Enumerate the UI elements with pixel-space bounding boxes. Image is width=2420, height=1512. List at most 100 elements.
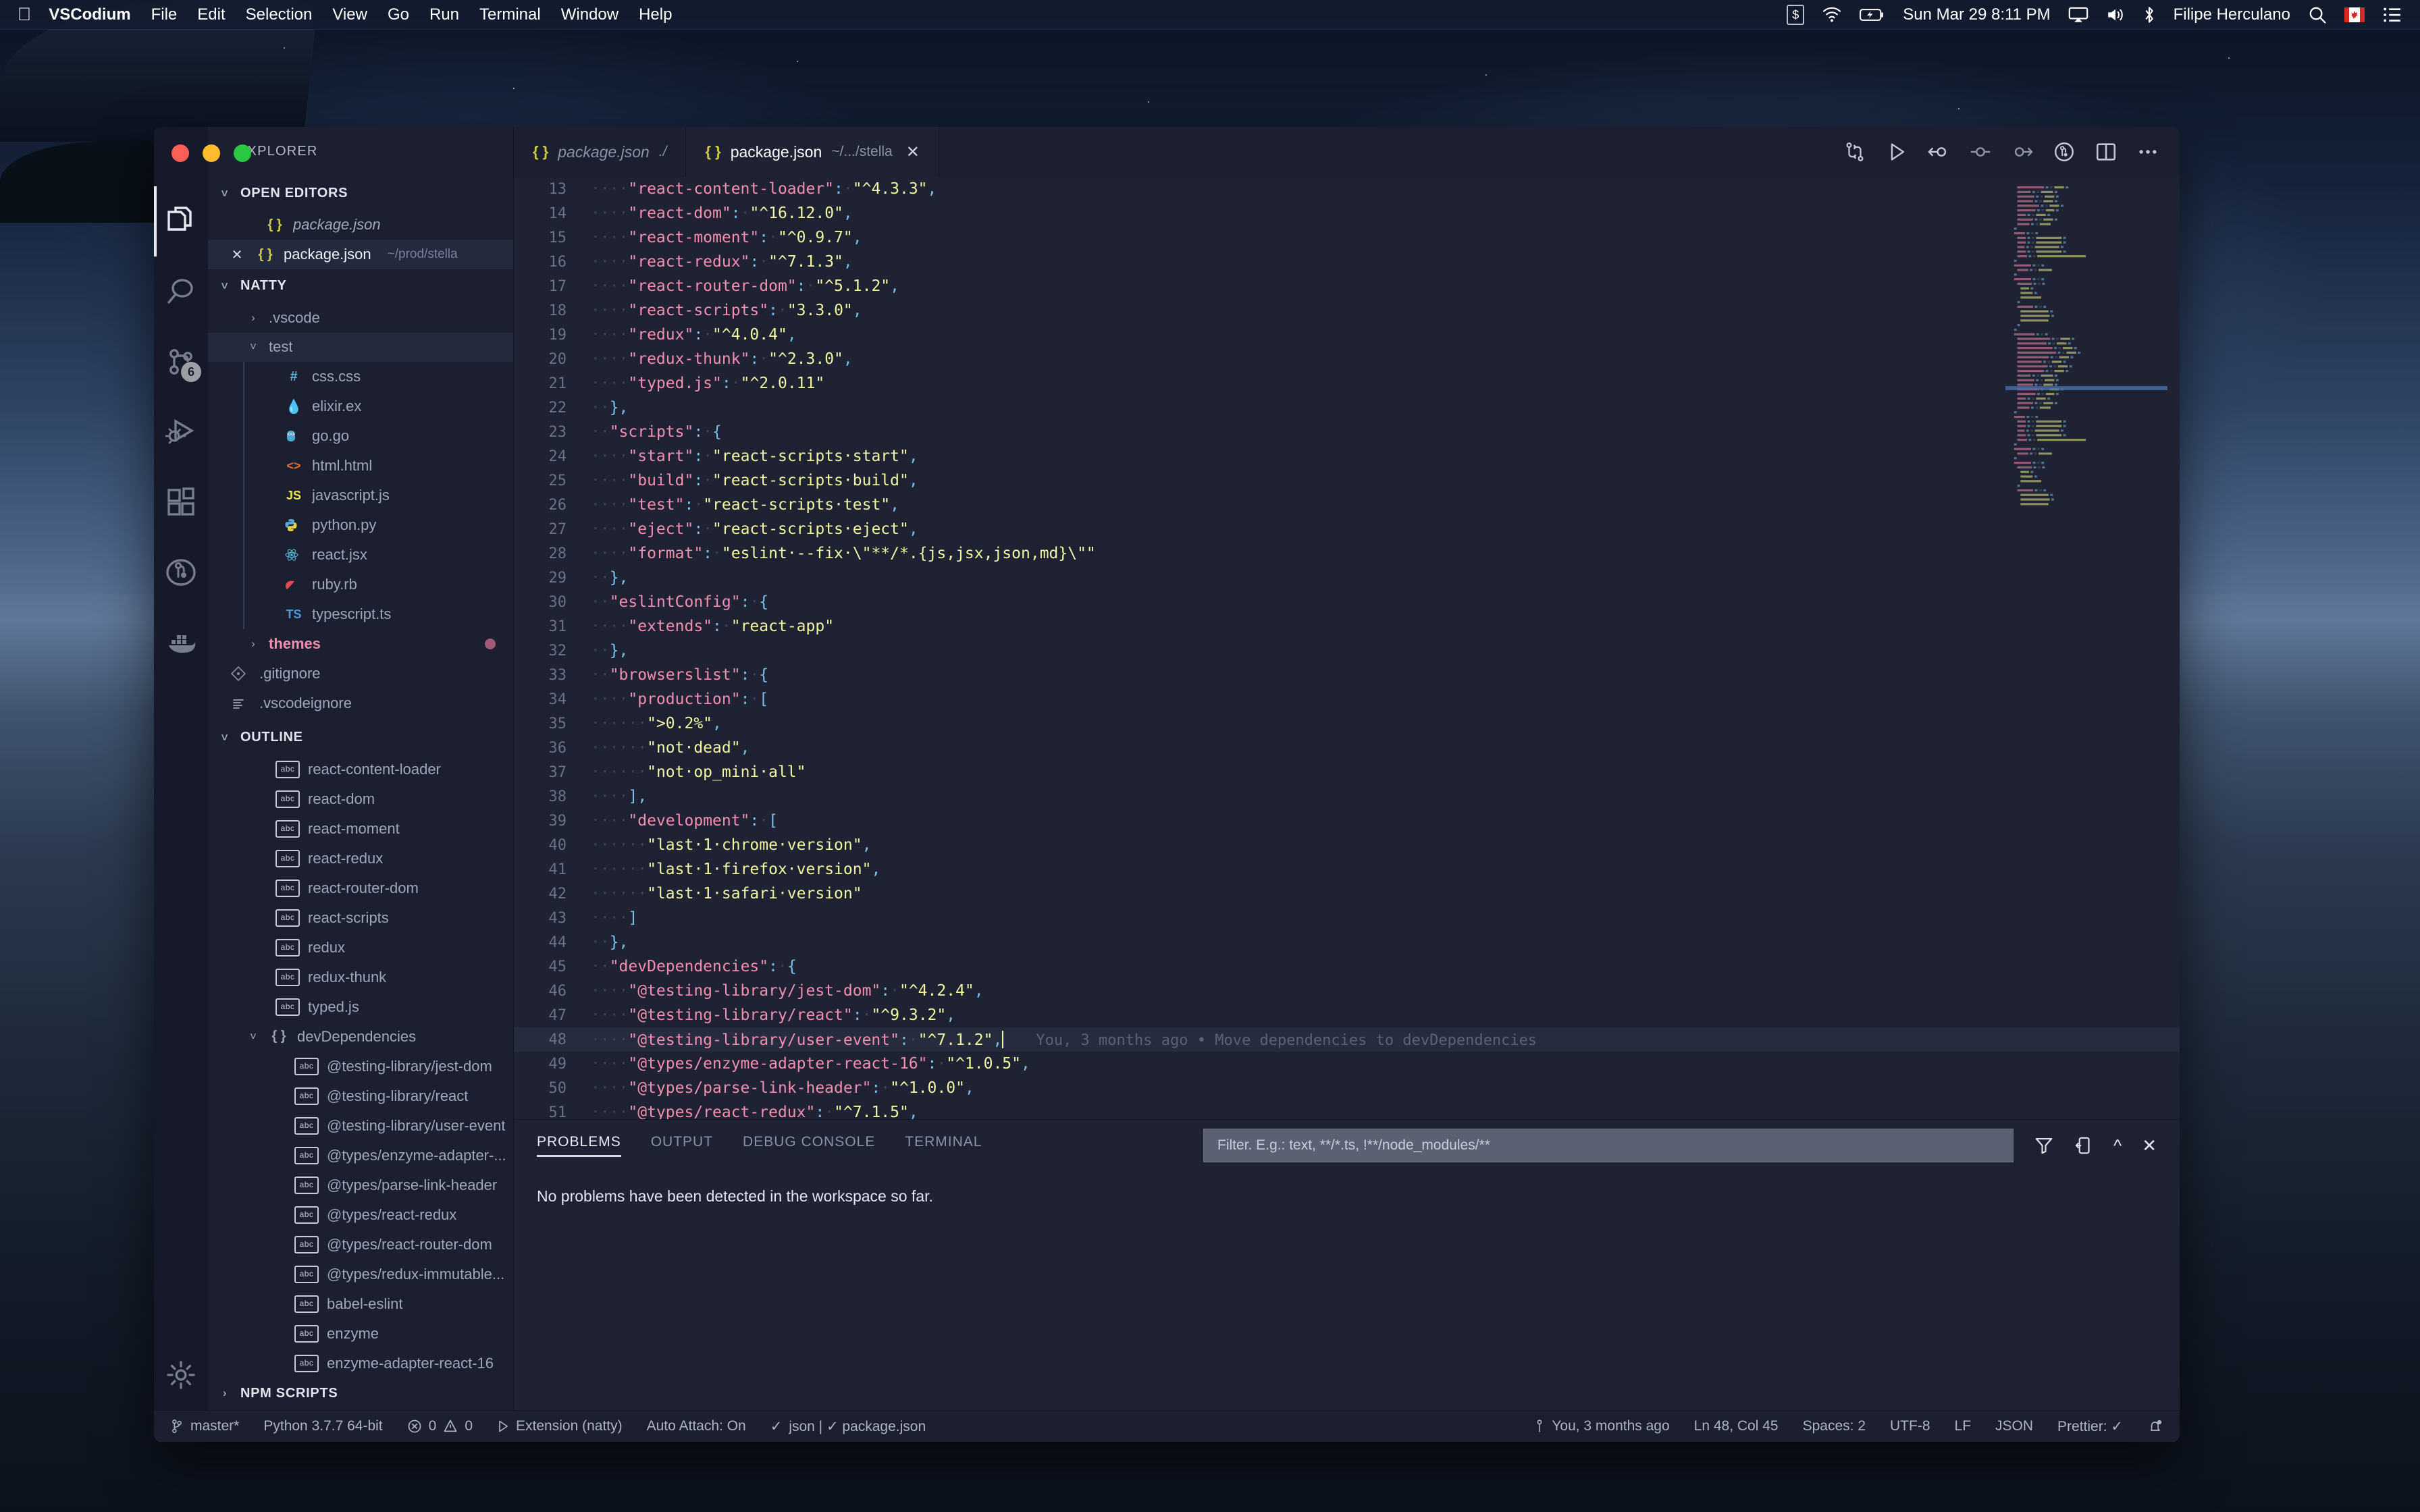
code-line[interactable]: 51 ····"@types/react-redux":·"^7.1.5", (514, 1100, 2180, 1119)
tree-item-test[interactable]: ˅ test (208, 332, 513, 362)
outline-item[interactable]: abc @types/redux-immutable... (208, 1260, 513, 1289)
panel-tab-terminal[interactable]: TERMINAL (905, 1134, 982, 1157)
panel-tab-problems[interactable]: PROBLEMS (537, 1134, 621, 1157)
code-line[interactable]: 23 ··"scripts":·{ (514, 420, 2180, 444)
tree-item-react[interactable]: react.jsx (208, 540, 513, 570)
activitybar-item-run-and-debug[interactable] (154, 397, 208, 467)
airplay-icon[interactable] (2068, 7, 2088, 23)
tab-package-json-preview[interactable]: { } package.json ./ (514, 127, 687, 177)
outline-item[interactable]: abc @types/parse-link-header (208, 1170, 513, 1200)
code-line[interactable]: 13 ····"react-content-loader":·"^4.3.3", (514, 177, 2180, 201)
maximize-button[interactable] (234, 144, 251, 162)
outline-item[interactable]: abc typed.js (208, 992, 513, 1022)
outline-item[interactable]: abc react-moment (208, 814, 513, 844)
outline-item[interactable]: abc @types/react-redux (208, 1200, 513, 1230)
code-line[interactable]: 44 ··}, (514, 930, 2180, 954)
code-line[interactable]: 33 ··"browserslist":·{ (514, 663, 2180, 687)
menu-item-file[interactable]: File (151, 5, 178, 24)
code-line[interactable]: 43 ····] (514, 906, 2180, 930)
outline-item[interactable]: abc react-router-dom (208, 873, 513, 903)
bluetooth-icon[interactable] (2142, 6, 2156, 24)
status-branch[interactable]: master* (170, 1418, 239, 1434)
outline-item-devdependencies[interactable]: ˅ { } devDependencies (208, 1022, 513, 1052)
tree-item-vscode[interactable]: › .vscode (208, 303, 513, 333)
code-line[interactable]: 50 ····"@types/parse-link-header":·"^1.0.… (514, 1076, 2180, 1100)
tab-package-json-stella[interactable]: { } package.json ~/.../stella ✕ (686, 127, 939, 177)
code-line[interactable]: 32 ··}, (514, 639, 2180, 663)
menu-item-go[interactable]: Go (388, 5, 409, 24)
gitlens-compare-icon[interactable] (2053, 140, 2076, 163)
code-line[interactable]: 29 ··}, (514, 566, 2180, 590)
status-errors-warnings[interactable]: 0 0 (407, 1418, 473, 1434)
outline-item[interactable]: abc @testing-library/user-event (208, 1111, 513, 1141)
code-line[interactable]: 36 ······"not·dead", (514, 736, 2180, 760)
outline-item[interactable]: abc redux (208, 933, 513, 963)
code-editor[interactable]: 13 ····"react-content-loader":·"^4.3.3", 1… (514, 177, 2180, 1119)
outline-item[interactable]: abc react-scripts (208, 903, 513, 933)
split-editor-icon[interactable] (2095, 140, 2118, 163)
status-encoding[interactable]: UTF-8 (1890, 1418, 1930, 1434)
close-icon[interactable]: ✕ (227, 246, 247, 263)
status-python-version[interactable]: Python 3.7.7 64-bit (263, 1418, 382, 1434)
volume-icon[interactable] (2106, 7, 2125, 23)
section-open-editors[interactable]: ˅ OPEN EDITORS (208, 177, 513, 211)
tree-item-ruby[interactable]: ruby.rb (208, 570, 513, 599)
code-line[interactable]: 14 ····"react-dom":·"^16.12.0", (514, 201, 2180, 225)
outline-item[interactable]: abc react-redux (208, 844, 513, 873)
next-change-icon[interactable] (2011, 140, 2034, 163)
clear-icon[interactable] (2074, 1135, 2093, 1156)
activitybar-item-explorer[interactable] (154, 186, 208, 256)
menu-item-run[interactable]: Run (429, 5, 459, 24)
code-line[interactable]: 28 ····"format":·"eslint·--fix·\"**/*.{js… (514, 541, 2180, 566)
tree-item-javascript[interactable]: JS javascript.js (208, 481, 513, 510)
outline-item[interactable]: abc enzyme-adapter-react-16 (208, 1349, 513, 1376)
tree-item-python[interactable]: python.py (208, 510, 513, 540)
activitybar-item-gitlens[interactable] (154, 537, 208, 608)
code-line[interactable]: 15 ····"react-moment":·"^0.9.7", (514, 225, 2180, 250)
code-line[interactable]: 31 ····"extends":·"react-app" (514, 614, 2180, 639)
apple-icon[interactable]:  (18, 5, 31, 24)
maximize-panel-icon[interactable]: ^ (2113, 1135, 2122, 1156)
menubar-username[interactable]: Filipe Herculano (2174, 5, 2290, 24)
tree-item-vscodeignore[interactable]: .vscodeignore (208, 688, 513, 718)
minimap[interactable] (2005, 184, 2167, 562)
panel-tab-debug-console[interactable]: DEBUG CONSOLE (743, 1134, 875, 1157)
status-prettier[interactable]: Prettier: ✓ (2057, 1418, 2123, 1435)
code-line[interactable]: 35 ······">0.2%", (514, 711, 2180, 736)
canada-flag-icon[interactable] (2344, 7, 2365, 22)
code-line[interactable]: 30 ··"eslintConfig":·{ (514, 590, 2180, 614)
code-line[interactable]: 17 ····"react-router-dom":·"^5.1.2", (514, 274, 2180, 298)
activitybar-item-extensions[interactable] (154, 467, 208, 537)
outline-item[interactable]: abc @types/react-router-dom (208, 1230, 513, 1260)
status-indentation[interactable]: Spaces: 2 (1803, 1418, 1866, 1434)
list-menu-icon[interactable] (2382, 7, 2402, 23)
code-line[interactable]: 25 ····"build":·"react-scripts·build", (514, 468, 2180, 493)
outline-item[interactable]: abc babel-eslint (208, 1289, 513, 1319)
code-line[interactable]: 38 ····], (514, 784, 2180, 809)
code-line[interactable]: 21 ····"typed.js":·"^2.0.11" (514, 371, 2180, 396)
menu-item-view[interactable]: View (332, 5, 367, 24)
code-line[interactable]: 40 ······"last·1·chrome·version", (514, 833, 2180, 857)
status-cursor-position[interactable]: Ln 48, Col 45 (1694, 1418, 1779, 1434)
outline-item[interactable]: abc enzyme (208, 1319, 513, 1349)
section-npm-scripts[interactable]: › NPM SCRIPTS (208, 1376, 513, 1410)
filter-icon[interactable] (2034, 1135, 2054, 1156)
outline-item[interactable]: abc @testing-library/react (208, 1081, 513, 1111)
open-editor-item[interactable]: ✕ { } package.json ~/prod/stella (208, 240, 513, 270)
activitybar-item-search[interactable] (154, 256, 208, 327)
activitybar-item-docker[interactable] (154, 608, 208, 678)
section-natty[interactable]: ˅ NATTY (208, 269, 513, 303)
close-icon[interactable]: ✕ (906, 142, 920, 162)
status-eol[interactable]: LF (1955, 1418, 1972, 1434)
section-outline[interactable]: ˅ OUTLINE (208, 721, 513, 755)
code-line[interactable]: 45 ··"devDependencies":·{ (514, 954, 2180, 979)
code-line[interactable]: 41 ······"last·1·firefox·version", (514, 857, 2180, 882)
tree-item-css[interactable]: # css.css (208, 362, 513, 392)
code-line[interactable]: 49 ····"@types/enzyme-adapter-react-16":·… (514, 1052, 2180, 1076)
panel-tab-output[interactable]: OUTPUT (651, 1134, 713, 1157)
code-line[interactable]: 46 ····"@testing-library/jest-dom":·"^4.2… (514, 979, 2180, 1003)
code-line[interactable]: 16 ····"react-redux":·"^7.1.3", (514, 250, 2180, 274)
tree-item-go[interactable]: go.go (208, 421, 513, 451)
current-change-icon[interactable] (1969, 140, 1992, 163)
code-line[interactable]: 19 ····"redux":·"^4.0.4", (514, 323, 2180, 347)
